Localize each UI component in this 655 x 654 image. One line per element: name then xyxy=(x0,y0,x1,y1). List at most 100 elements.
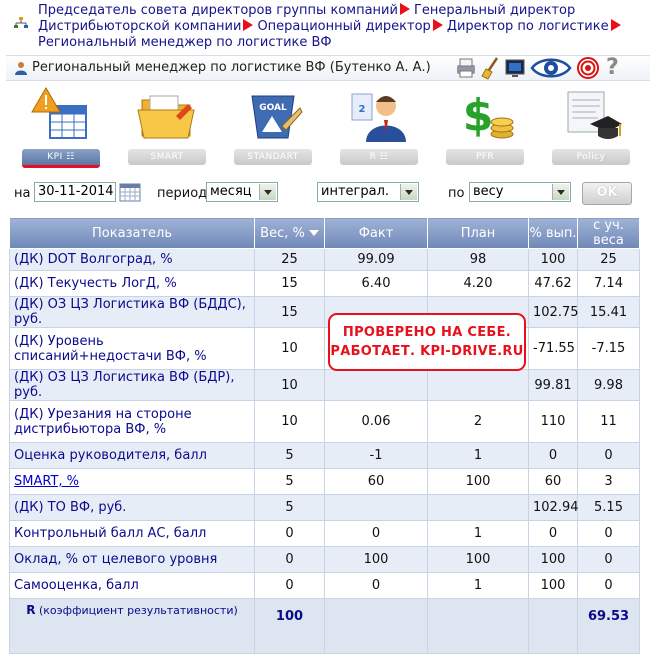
tab-kpi[interactable]: KPI ☷ xyxy=(22,86,100,168)
period-label: период xyxy=(157,186,208,201)
goal-icon: GOAL xyxy=(251,95,303,139)
svg-text:2: 2 xyxy=(359,104,366,115)
filter-bar: на период месяц интеграл. по весу OK xyxy=(0,180,655,206)
date-input[interactable] xyxy=(34,182,116,202)
date-label: на xyxy=(14,186,31,201)
broom-icon[interactable] xyxy=(480,56,502,80)
table-row: Оклад, % от целевого уровня 0 100 100 100 0 xyxy=(9,546,640,573)
breadcrumb-item-logistics-director[interactable]: Директор по логистике xyxy=(447,19,609,34)
header-indicator[interactable]: Показатель xyxy=(9,217,255,249)
row-indicator-name: Оклад, % от целевого уровня xyxy=(9,546,255,573)
mode-select[interactable]: интеграл. xyxy=(317,182,419,202)
row-indicator-name: (ДК) Уровень списаний+недостачи ВФ, % xyxy=(9,327,255,370)
row-fact: 100 xyxy=(324,546,428,573)
row-weighted: 25 xyxy=(577,248,640,271)
by-value: весу xyxy=(473,184,504,199)
row-plan xyxy=(427,494,529,521)
chevron-down-icon xyxy=(259,184,276,200)
row-indicator-name: (ДК) Текучесть ЛогД, % xyxy=(9,270,255,297)
breadcrumb-arrow-icon xyxy=(610,19,621,31)
tab-policy-label: Policy xyxy=(552,149,630,165)
tab-smart[interactable]: SMART xyxy=(128,86,206,168)
row-pct: -71.55 xyxy=(528,327,578,370)
row-weight: 10 xyxy=(254,327,325,370)
tab-r[interactable]: 2 R ☷ xyxy=(340,86,418,168)
row-pct: 102.94 xyxy=(528,494,579,521)
row-pct: 60 xyxy=(528,468,578,495)
row-indicator-name: (ДК) ТО ВФ, руб. xyxy=(9,494,255,521)
row-fact: 0.06 xyxy=(324,400,428,443)
ok-button[interactable]: OK xyxy=(582,182,632,205)
row-weight: 15 xyxy=(254,270,325,297)
table-total-row: R (коэффициент результативности) 100 69.… xyxy=(9,598,640,654)
row-indicator-name[interactable]: SMART, % xyxy=(9,468,255,495)
help-icon[interactable]: ? xyxy=(606,56,626,80)
table-row: (ДК) ОЗ ЦЗ Логистика ВФ (БДДС), руб. 15 10… xyxy=(9,296,640,328)
screen-icon[interactable] xyxy=(504,56,526,80)
tab-standart[interactable]: GOAL STANDART xyxy=(234,86,312,168)
row-weighted: 0 xyxy=(577,572,640,599)
row-weight: 5 xyxy=(254,442,325,469)
header-weight[interactable]: Вес, % xyxy=(254,217,325,249)
user-title: Региональный менеджер по логистике ВФ (Б… xyxy=(32,60,431,75)
row-indicator-name: Контрольный балл АС, балл xyxy=(9,520,255,547)
row-plan: 98 xyxy=(427,248,529,271)
tab-pfr-label: PFR xyxy=(446,149,524,165)
total-weighted: 69.53 xyxy=(577,598,640,654)
row-plan: 1 xyxy=(427,572,529,599)
table-row: Самооценка, балл 0 0 1 100 0 xyxy=(9,572,640,599)
header-plan[interactable]: План xyxy=(427,217,529,249)
calendar-icon[interactable] xyxy=(119,183,141,202)
row-plan: 1 xyxy=(427,442,529,469)
row-weight: 10 xyxy=(254,400,325,443)
row-fact: 0 xyxy=(324,520,428,547)
svg-text:GOAL: GOAL xyxy=(259,103,287,113)
table-header-row: Показатель Вес, % Факт План % вып. с уч.… xyxy=(9,217,640,249)
table-row: (ДК) Уровень списаний+недостачи ВФ, % 10 -… xyxy=(9,327,640,370)
row-plan: 4.20 xyxy=(427,270,529,297)
table-row: (ДК) Текучесть ЛогД, % 15 6.40 4.20 47.62 7.1… xyxy=(9,270,640,297)
table-row: (ДК) DOT Волгоград, % 25 99.09 98 100 25 xyxy=(9,248,640,271)
row-plan: 1 xyxy=(427,520,529,547)
period-select[interactable]: месяц xyxy=(206,182,278,202)
row-weight: 5 xyxy=(254,468,325,495)
header-pct[interactable]: % вып. xyxy=(528,217,578,249)
kpi-table: Показатель Вес, % Факт План % вып. с уч.… xyxy=(9,217,640,654)
person-icon: 2 xyxy=(351,93,406,142)
total-weight: 100 xyxy=(254,598,325,654)
tab-pfr[interactable]: $ PFR xyxy=(446,86,524,168)
tab-policy[interactable]: Policy xyxy=(552,86,630,168)
chevron-down-icon xyxy=(400,184,417,200)
table-row: Оценка руководителя, балл 5 -1 1 0 0 xyxy=(9,442,640,469)
row-weighted: -7.15 xyxy=(577,327,640,370)
row-weighted: 11 xyxy=(577,400,640,443)
header-fact[interactable]: Факт xyxy=(324,217,428,249)
by-select[interactable]: весу xyxy=(469,182,571,202)
breadcrumb-arrow-icon xyxy=(243,19,254,31)
by-label: по xyxy=(448,186,465,201)
printer-icon[interactable] xyxy=(454,56,478,80)
breadcrumb-item-operational-director[interactable]: Операционный директор xyxy=(257,19,430,34)
org-chart-icon xyxy=(14,17,28,28)
row-weight: 5 xyxy=(254,494,325,521)
table-row: (ДК) ТО ВФ, руб. 5 102.94 5.15 xyxy=(9,494,640,521)
row-plan: 100 xyxy=(427,546,529,573)
row-weighted: 9.98 xyxy=(577,369,640,401)
target-icon[interactable] xyxy=(576,56,600,80)
mode-value: интеграл. xyxy=(321,184,390,199)
header-weighted[interactable]: с уч. веса xyxy=(577,217,640,249)
eye-icon[interactable] xyxy=(530,56,572,80)
row-fact: -1 xyxy=(324,442,428,469)
module-tabs: KPI ☷ SMART GOAL STANDART 2 R ☷ $ PFR Po… xyxy=(22,86,642,168)
breadcrumb-item-regional-manager[interactable]: Региональный менеджер по логистике ВФ xyxy=(38,35,332,50)
breadcrumb-arrow-icon xyxy=(432,19,443,31)
period-value: месяц xyxy=(210,184,252,199)
row-fact: 6.40 xyxy=(324,270,428,297)
row-pct: 100 xyxy=(528,572,578,599)
table-row: SMART, % 5 60 100 60 3 xyxy=(9,468,640,495)
tab-r-label: R ☷ xyxy=(340,149,418,165)
stamp-line2: РАБОТАЕТ. KPI-DRIVE.RU xyxy=(330,344,524,359)
row-fact xyxy=(324,369,428,401)
breadcrumb-item-chairman[interactable]: Председатель совета директоров группы ко… xyxy=(38,3,398,18)
row-indicator-name: (ДК) ОЗ ЦЗ Логистика ВФ (БДДС), руб. xyxy=(9,296,255,328)
